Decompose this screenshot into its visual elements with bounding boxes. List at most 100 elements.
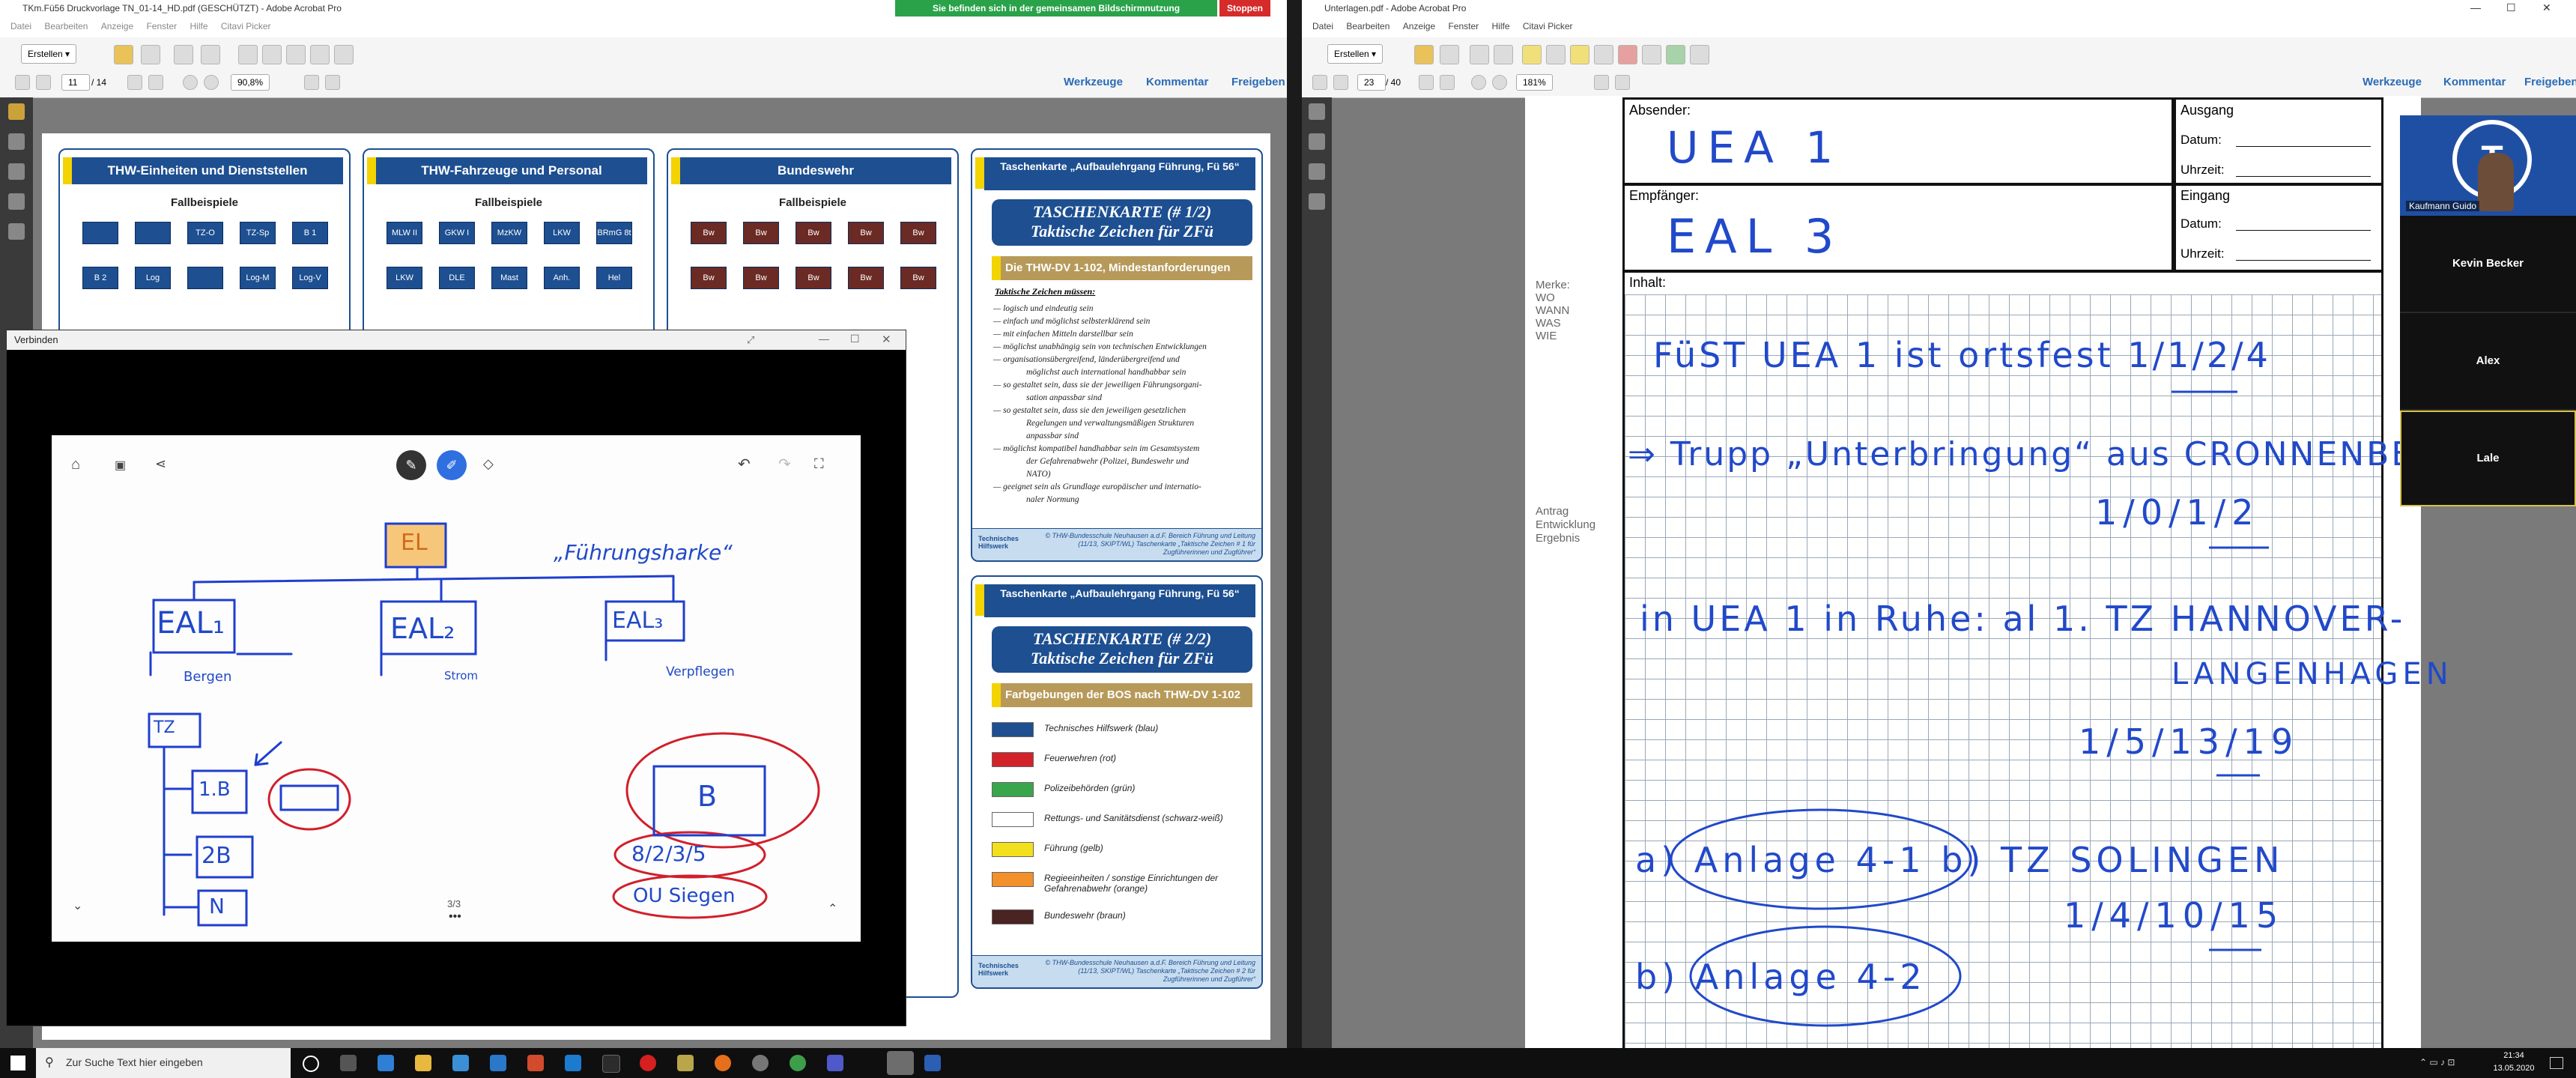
app-icon[interactable] [602, 1055, 620, 1073]
office-icon[interactable] [527, 1055, 544, 1071]
zoom-out-icon[interactable] [183, 75, 198, 90]
menu-hilfe[interactable]: Hilfe [190, 21, 208, 31]
fit-width-icon[interactable] [1615, 75, 1630, 90]
share-link[interactable]: Freigeben [2524, 76, 2576, 88]
menu-datei[interactable]: Datei [1312, 21, 1333, 31]
create-button[interactable]: Erstellen ▾ [1327, 44, 1384, 64]
taskbar-search[interactable]: ⚲ Zur Suche Text hier eingeben [36, 1048, 291, 1078]
stamp-icon[interactable] [1546, 45, 1566, 64]
chrome-icon[interactable] [790, 1055, 806, 1071]
notification-icon[interactable] [2550, 1057, 2563, 1069]
tools-link[interactable]: Werkzeuge [1064, 76, 1123, 88]
menu-fenster[interactable]: Fenster [146, 21, 177, 31]
mail-icon[interactable] [201, 45, 220, 64]
save-icon[interactable] [1440, 45, 1459, 64]
comment-link[interactable]: Kommentar [1146, 76, 1208, 88]
next-page-icon[interactable] [36, 75, 51, 90]
menu-fenster[interactable]: Fenster [1448, 21, 1479, 31]
stamp-icon[interactable] [286, 45, 306, 64]
eingang-uhrzeit-line[interactable] [2236, 260, 2371, 261]
comment-icon[interactable] [1522, 45, 1542, 64]
signatures-icon[interactable] [8, 223, 25, 240]
fit-page-icon[interactable] [1594, 75, 1609, 90]
select-tool-icon[interactable] [1419, 75, 1434, 90]
protect-icon[interactable] [1642, 45, 1661, 64]
menu-citavi[interactable]: Citavi Picker [1523, 21, 1573, 31]
fit-width-icon[interactable] [325, 75, 340, 90]
lock-icon[interactable] [8, 103, 25, 120]
chevron-up-icon[interactable]: ⌃ [828, 901, 837, 916]
expand-icon[interactable]: ⤢ [747, 334, 754, 346]
hand-tool-icon[interactable] [148, 75, 163, 90]
prev-page-icon[interactable] [15, 75, 30, 90]
pages-icon[interactable] [8, 133, 25, 150]
word-icon[interactable] [924, 1055, 941, 1071]
create-button[interactable]: Erstellen ▾ [21, 44, 77, 64]
print-icon[interactable] [1470, 45, 1489, 64]
hand-tool-icon[interactable] [1440, 75, 1455, 90]
close-icon[interactable]: ✕ [882, 333, 891, 346]
highlight-icon[interactable] [1570, 45, 1589, 64]
menu-anzeige[interactable]: Anzeige [101, 21, 133, 31]
mail-icon[interactable] [1494, 45, 1513, 64]
menu-datei[interactable]: Datei [10, 21, 31, 31]
store-icon[interactable] [452, 1055, 469, 1071]
export-icon[interactable] [1666, 45, 1685, 64]
eingang-datum-line[interactable] [2236, 230, 2371, 231]
zoom-in-icon[interactable] [1492, 75, 1507, 90]
cortana-icon[interactable] [303, 1056, 319, 1072]
share-link[interactable]: Freigeben [1231, 76, 1285, 88]
open-icon[interactable] [114, 45, 133, 64]
sign-icon[interactable] [1594, 45, 1613, 64]
participant-tile[interactable]: Kevin Becker [2400, 216, 2576, 313]
more-icon[interactable]: ••• [449, 910, 461, 924]
tray-icons[interactable]: ⌃ ▭ ♪ ⊡ [2419, 1057, 2455, 1068]
window-maximize-icon[interactable]: ☐ [2506, 1, 2516, 14]
participant-tile[interactable]: Lale [2400, 411, 2576, 506]
mail-app-icon[interactable] [490, 1055, 506, 1071]
acrobat-taskbar-icon[interactable] [887, 1051, 914, 1075]
opera-icon[interactable] [640, 1055, 656, 1071]
firefox-icon[interactable] [715, 1055, 731, 1071]
teams-icon[interactable] [827, 1055, 843, 1071]
zoom-in-icon[interactable] [204, 75, 219, 90]
window-minimize-icon[interactable]: — [2470, 1, 2481, 13]
next-page-icon[interactable] [1333, 75, 1348, 90]
start-icon[interactable] [10, 1056, 25, 1071]
app-icon[interactable] [565, 1055, 581, 1071]
participant-video[interactable]: T Kaufmann Guido [2400, 115, 2576, 216]
edge-icon[interactable] [378, 1055, 394, 1071]
fit-page-icon[interactable] [304, 75, 319, 90]
maximize-icon[interactable]: ☐ [850, 333, 860, 345]
menu-bearbeiten[interactable]: Bearbeiten [44, 21, 88, 31]
ausgang-uhrzeit-line[interactable] [2236, 176, 2371, 177]
menu-bearbeiten[interactable]: Bearbeiten [1346, 21, 1389, 31]
app-icon[interactable] [677, 1055, 694, 1071]
prev-page-icon[interactable] [1312, 75, 1327, 90]
comment-link[interactable]: Kommentar [2443, 76, 2506, 88]
zoom-select[interactable]: 90,8% [231, 74, 270, 91]
select-tool-icon[interactable] [127, 75, 142, 90]
zoom-out-icon[interactable] [1471, 75, 1486, 90]
sign-icon[interactable] [334, 45, 354, 64]
settings-icon[interactable] [752, 1055, 769, 1071]
highlight-icon[interactable] [310, 45, 330, 64]
attachments-icon[interactable] [8, 193, 25, 210]
signatures-icon[interactable] [1309, 193, 1325, 210]
pages-icon[interactable] [1309, 103, 1325, 120]
clock[interactable]: 21:34 13.05.2020 [2491, 1050, 2536, 1075]
attachments-icon[interactable] [1309, 163, 1325, 180]
task-view-icon[interactable] [340, 1055, 357, 1071]
page-number-input[interactable]: 11 [61, 74, 90, 91]
explorer-icon[interactable] [415, 1055, 431, 1071]
ausgang-datum-line[interactable] [2236, 146, 2371, 147]
menu-anzeige[interactable]: Anzeige [1403, 21, 1435, 31]
stop-share-button[interactable]: Stoppen [1219, 0, 1270, 16]
bookmarks-icon[interactable] [8, 163, 25, 180]
gear-icon[interactable] [238, 45, 258, 64]
menu-citavi[interactable]: Citavi Picker [221, 21, 271, 31]
whiteboard-page[interactable]: ⌂ ▣ ⋖ ✎ ✐ ◇ ↶ ↷ ⛶ EL „Führungsharke“ EAL… [52, 435, 861, 942]
minimize-icon[interactable]: — [819, 333, 829, 345]
redact-icon[interactable] [1618, 45, 1637, 64]
open-icon[interactable] [1414, 45, 1434, 64]
